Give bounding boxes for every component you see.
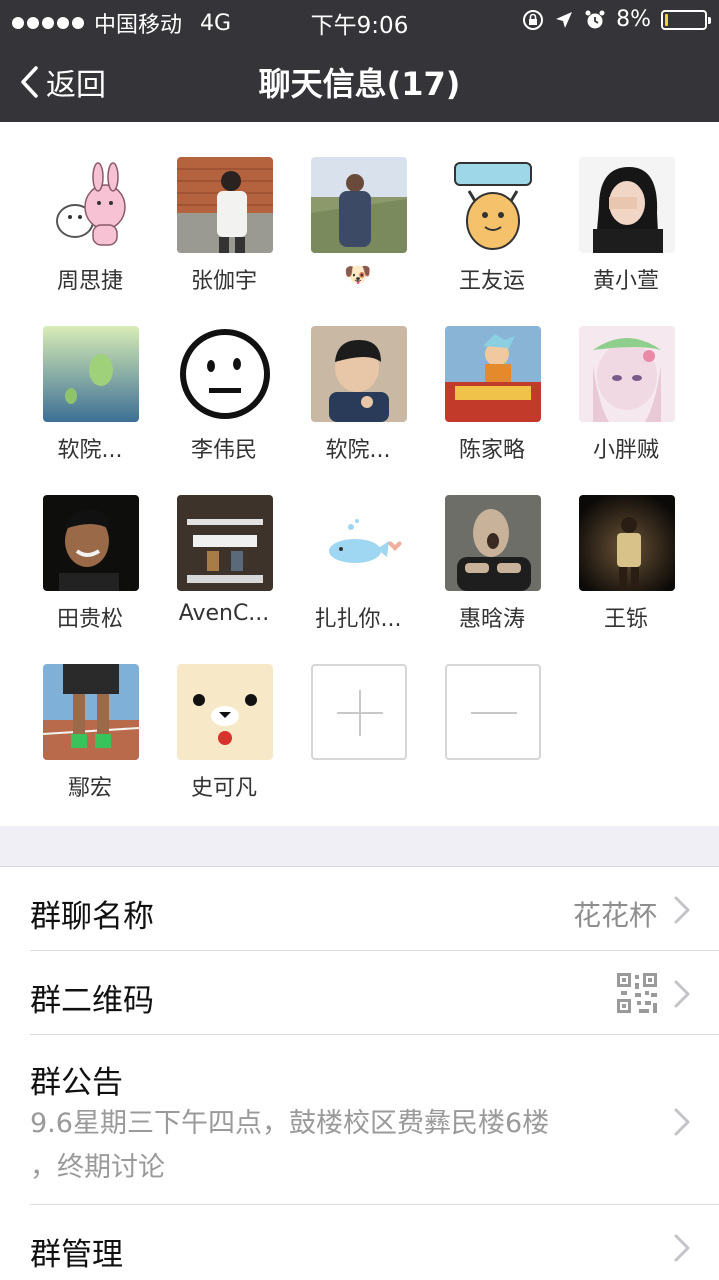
- member-name: 王友运: [458, 269, 525, 294]
- avatar: [579, 157, 675, 253]
- avatar: [177, 495, 273, 591]
- status-bar: 中国移动 4G 下午9:06 8%: [0, 0, 719, 40]
- member-item[interactable]: 王铄: [559, 495, 693, 645]
- avatar: [177, 157, 273, 253]
- avatar: [311, 157, 407, 253]
- member-item[interactable]: 鄢宏: [23, 664, 157, 814]
- top-bar: 中国移动 4G 下午9:06 8% 返回 聊天信息(17): [0, 0, 719, 122]
- avatar: [445, 157, 541, 253]
- settings-list: 群聊名称 花花杯 群二维码 群公告 9.6星期三下午四点，鼓楼校区费彝民楼6楼: [0, 866, 719, 1280]
- chevron-right-icon: [674, 896, 690, 924]
- member-item[interactable]: 黄小萱: [559, 157, 693, 307]
- chevron-right-icon: [674, 980, 690, 1008]
- member-item[interactable]: 扎扎你...: [291, 495, 425, 645]
- group-notice-row[interactable]: 群公告 9.6星期三下午四点，鼓楼校区费彝民楼6楼 ，终期讨论: [0, 1035, 719, 1205]
- qr-code-icon: [617, 973, 657, 1013]
- avatar: [43, 664, 139, 760]
- orientation-lock-icon: [523, 9, 544, 30]
- member-item[interactable]: 软院...: [23, 326, 157, 476]
- plus-icon: [311, 664, 407, 760]
- member-item[interactable]: 惠晗涛: [425, 495, 559, 645]
- avatar: [311, 326, 407, 422]
- member-name: 软院...: [325, 438, 391, 463]
- member-name: 张伽宇: [190, 269, 257, 294]
- group-notice-line2: ，终期讨论: [30, 1152, 165, 1183]
- avatar: [43, 495, 139, 591]
- nav-bar: 返回 聊天信息(17): [0, 40, 719, 122]
- group-notice-line1: 9.6星期三下午四点，鼓楼校区费彝民楼6楼: [30, 1108, 550, 1139]
- member-name: 史可凡: [190, 776, 257, 801]
- avatar: [579, 326, 675, 422]
- member-name: 小胖贼: [592, 438, 659, 463]
- member-item[interactable]: 🐶: [291, 157, 425, 307]
- member-item[interactable]: 王友运: [425, 157, 559, 307]
- avatar: [177, 326, 273, 422]
- member-item[interactable]: 张伽宇: [157, 157, 291, 307]
- chevron-right-icon: [674, 1108, 690, 1136]
- member-item[interactable]: 小胖贼: [559, 326, 693, 476]
- member-name: 鄢宏: [67, 776, 112, 801]
- member-name: 软院...: [57, 438, 123, 463]
- member-grid: 周思捷 张伽宇 🐶 王友运 黄小萱 软院... 李伟民 软院... 陈家略 小胖…: [0, 122, 719, 826]
- member-name: 扎扎你...: [314, 607, 402, 632]
- alarm-icon: [585, 10, 605, 28]
- member-name: 周思捷: [56, 269, 123, 294]
- page-title: 聊天信息(17): [258, 65, 461, 103]
- group-name-value: 花花杯: [572, 899, 657, 932]
- member-name: 王铄: [603, 607, 648, 632]
- qr-code-label: 群二维码: [30, 983, 154, 1019]
- group-name-label: 群聊名称: [30, 899, 154, 935]
- member-name: 陈家略: [458, 438, 525, 463]
- battery-icon: [661, 9, 711, 30]
- add-member-button[interactable]: [291, 664, 425, 814]
- location-icon: [556, 11, 573, 28]
- group-manage-row[interactable]: 群管理: [0, 1205, 719, 1280]
- avatar: [445, 326, 541, 422]
- member-name: 李伟民: [190, 438, 257, 463]
- member-item[interactable]: 史可凡: [157, 664, 291, 814]
- member-name: AvenC...: [178, 601, 270, 626]
- member-item[interactable]: 陈家略: [425, 326, 559, 476]
- member-item[interactable]: 软院...: [291, 326, 425, 476]
- member-item[interactable]: AvenC...: [157, 495, 291, 645]
- avatar: [43, 326, 139, 422]
- avatar: [579, 495, 675, 591]
- minus-icon: [445, 664, 541, 760]
- group-manage-label: 群管理: [30, 1237, 123, 1273]
- member-item[interactable]: 周思捷: [23, 157, 157, 307]
- avatar: [445, 495, 541, 591]
- remove-member-button[interactable]: [425, 664, 559, 814]
- chevron-right-icon: [674, 1234, 690, 1262]
- member-name: 田贵松: [56, 607, 123, 632]
- group-notice-label: 群公告: [30, 1065, 123, 1101]
- qr-code-row[interactable]: 群二维码: [0, 951, 719, 1035]
- battery-percent: 8%: [616, 7, 651, 32]
- member-name: 🐶: [344, 263, 372, 288]
- member-item[interactable]: 李伟民: [157, 326, 291, 476]
- group-name-row[interactable]: 群聊名称 花花杯: [0, 867, 719, 951]
- avatar: [43, 157, 139, 253]
- member-item[interactable]: 田贵松: [23, 495, 157, 645]
- member-name: 黄小萱: [592, 269, 659, 294]
- avatar: [177, 664, 273, 760]
- avatar: [311, 495, 407, 591]
- member-name: 惠晗涛: [458, 607, 525, 632]
